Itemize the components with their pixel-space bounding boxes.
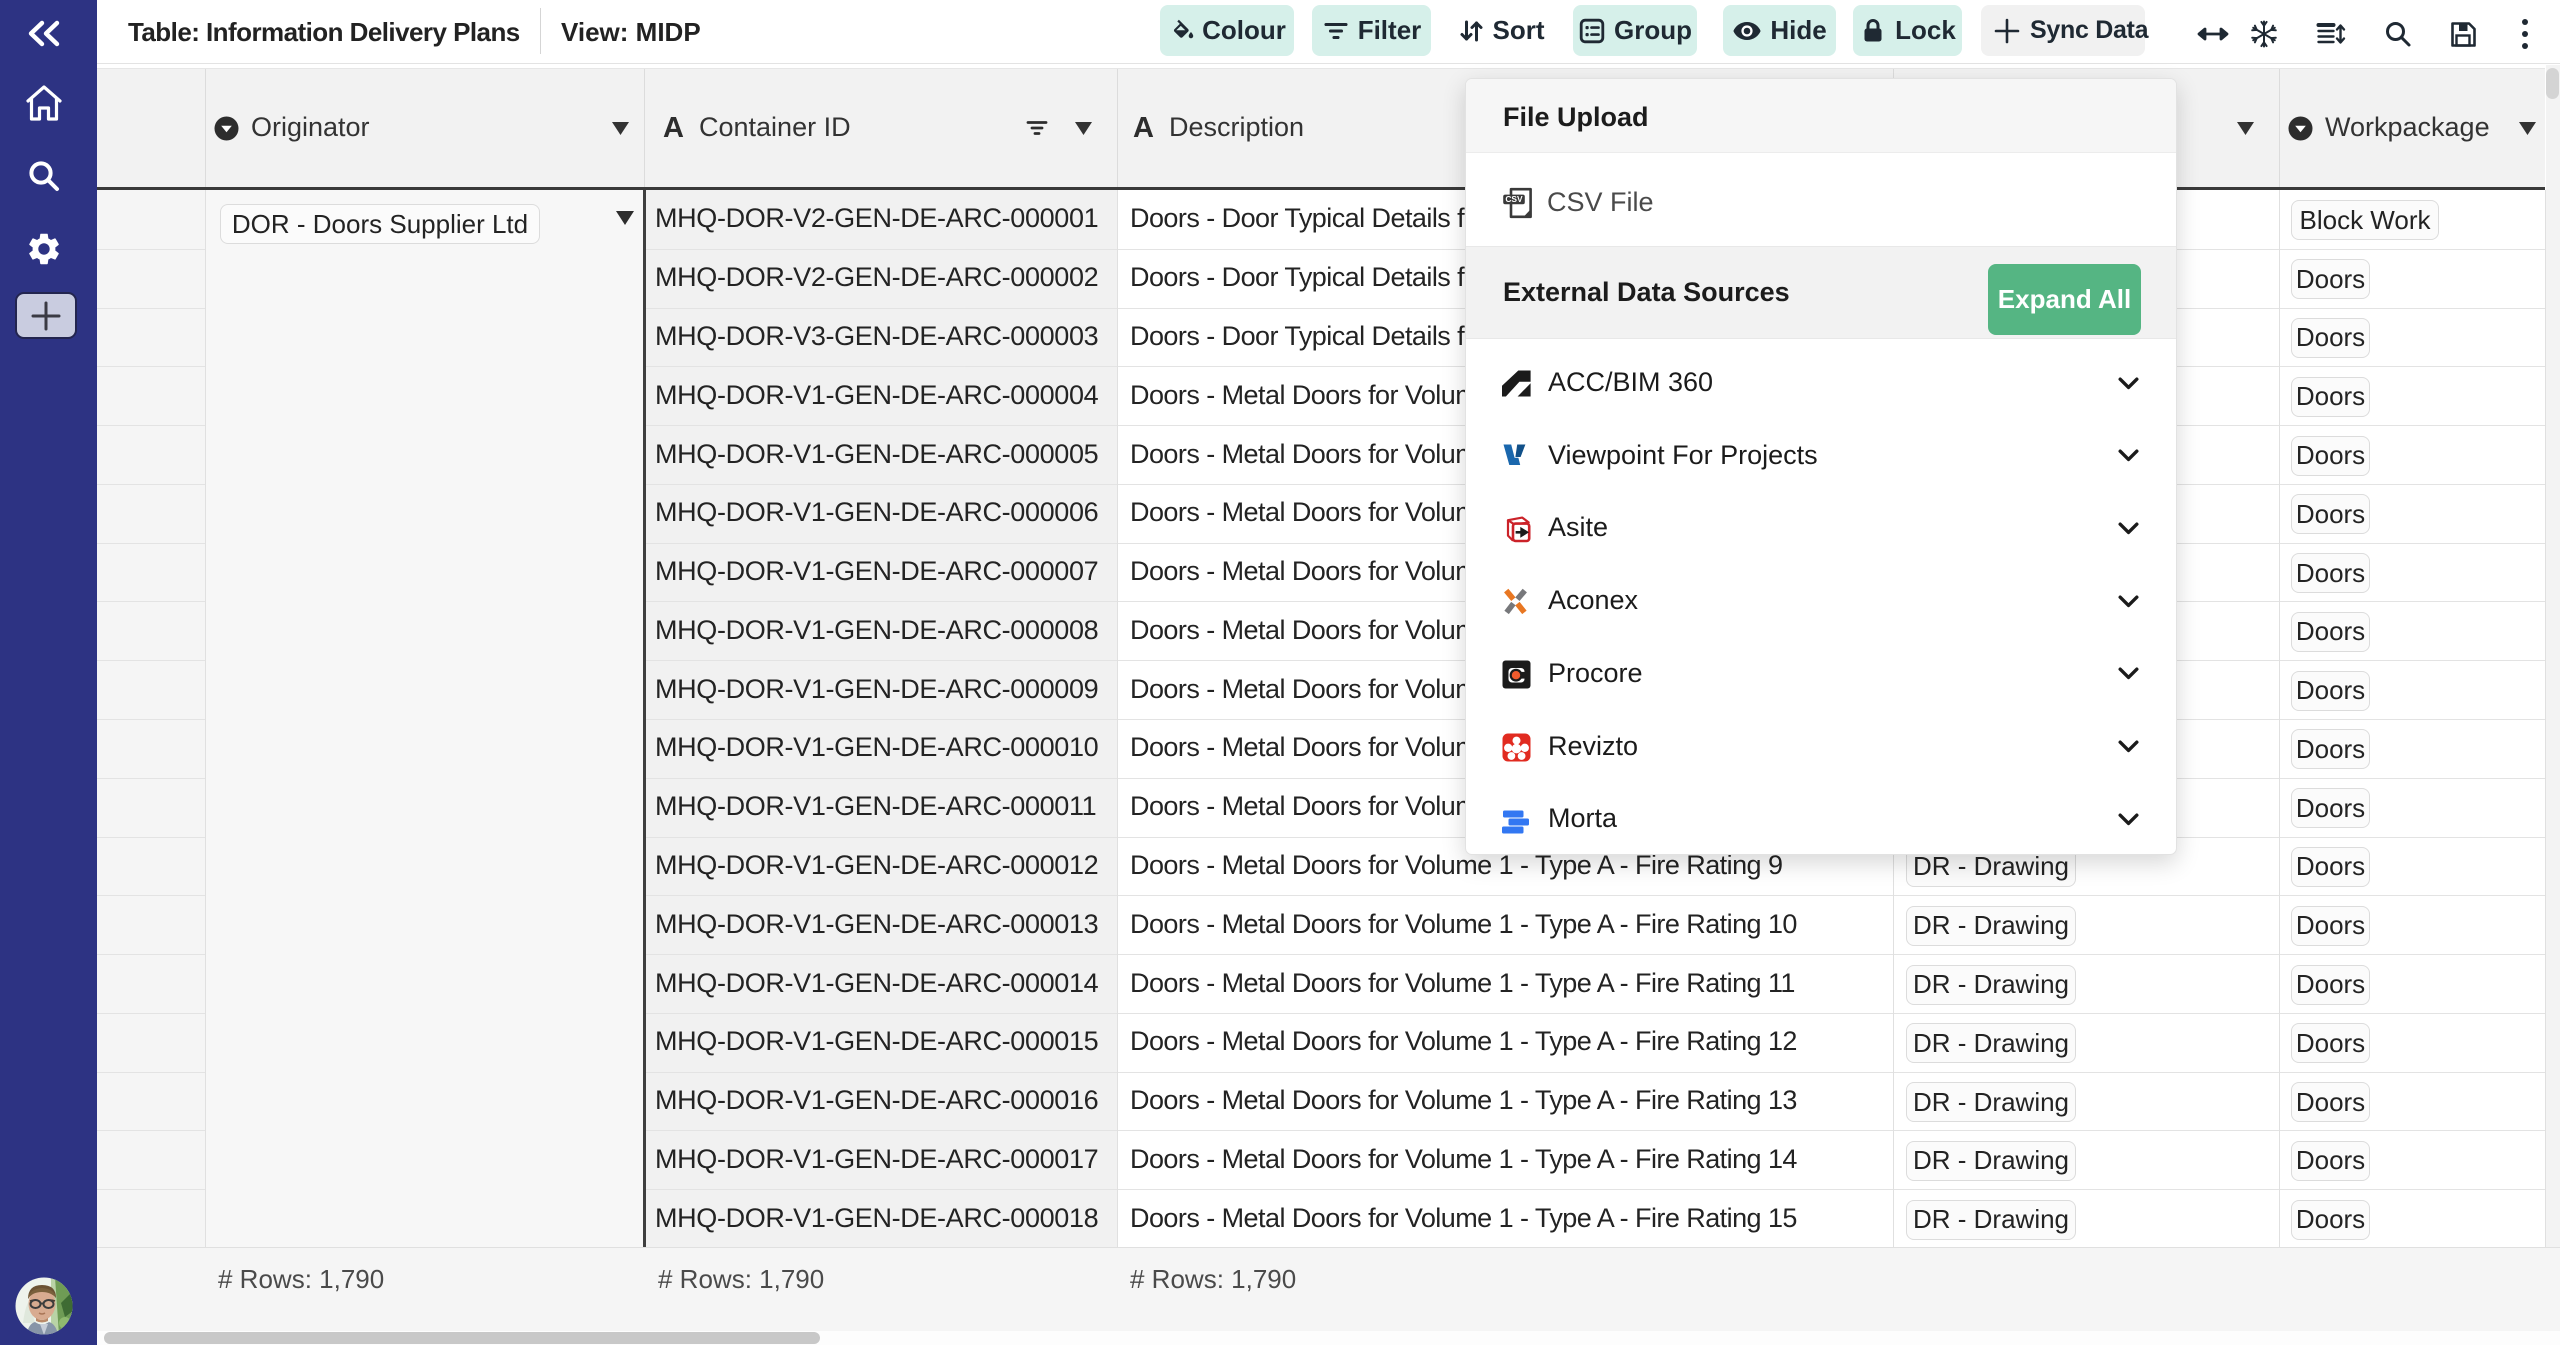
svg-text:CSV: CSV [1505, 194, 1523, 204]
